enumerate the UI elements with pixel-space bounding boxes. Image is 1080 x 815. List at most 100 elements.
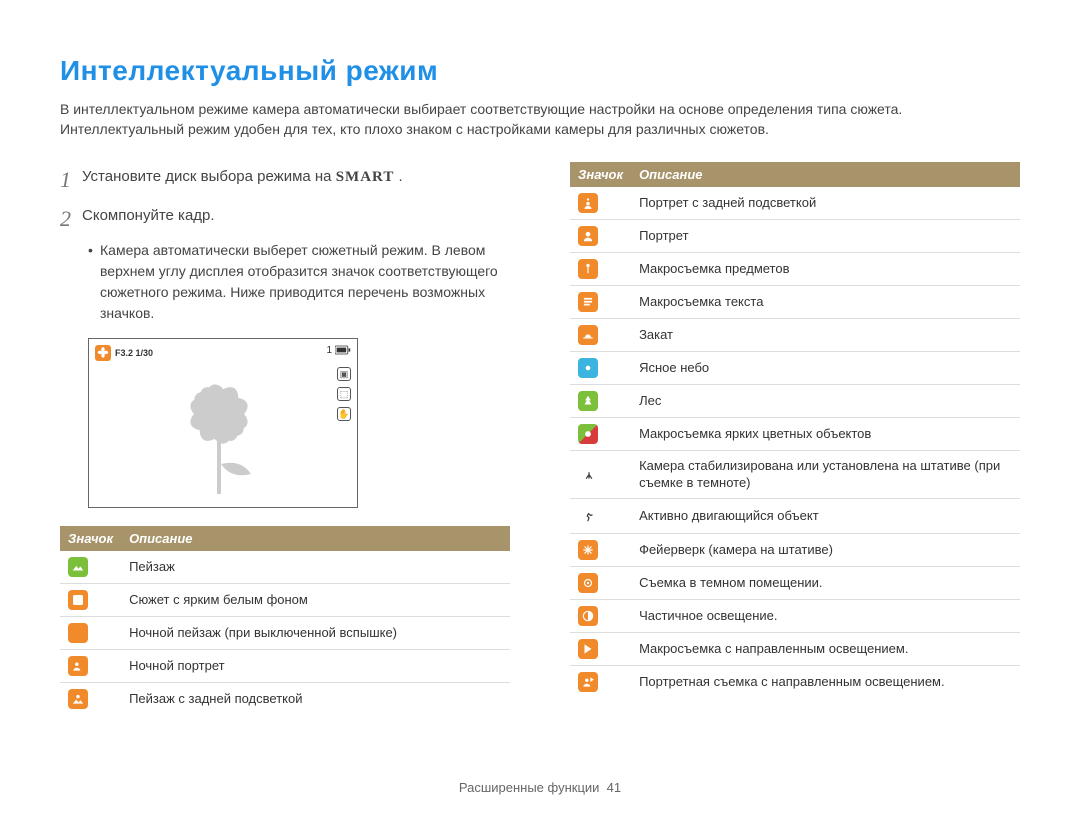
footer-text: Расширенные функции <box>459 780 600 795</box>
table-row: Закат <box>570 318 1020 351</box>
table-row: Портретная съемка с направленным освещен… <box>570 665 1020 698</box>
desc-cell: Съемка в темном помещении. <box>631 566 1020 599</box>
table-row: Лес <box>570 384 1020 417</box>
icon-cell <box>60 583 121 616</box>
desc-cell: Макросъемка с направленным освещением. <box>631 632 1020 665</box>
desc-cell: Макросъемка текста <box>631 285 1020 318</box>
table-row: Камера стабилизирована или установлена н… <box>570 450 1020 498</box>
desc-cell: Пейзаж с задней подсветкой <box>121 682 510 715</box>
table-row: Портрет с задней подсветкой <box>570 187 1020 220</box>
icon-cell <box>60 682 121 715</box>
step-2: 2 Скомпонуйте кадр. <box>60 201 510 236</box>
step-number: 1 <box>60 162 82 197</box>
step-1-post: . <box>394 168 402 185</box>
macro-icon <box>95 345 111 361</box>
clear-sky-icon <box>578 358 598 378</box>
desc-cell: Пейзаж <box>121 551 510 584</box>
table-row: Ночной портрет <box>60 649 510 682</box>
desc-cell: Ночной пейзаж (при выключенной вспышке) <box>121 616 510 649</box>
desc-cell: Закат <box>631 318 1020 351</box>
icon-table-right: Значок Описание Портрет с задней подсвет… <box>570 162 1020 698</box>
desc-cell: Фейерверк (камера на штативе) <box>631 533 1020 566</box>
th-icon: Значок <box>60 526 121 551</box>
th-desc: Описание <box>631 162 1020 187</box>
desc-cell: Макросъемка предметов <box>631 252 1020 285</box>
icon-table-left: Значок Описание ПейзажСюжет с ярким белы… <box>60 526 510 715</box>
left-table-body: ПейзажСюжет с ярким белым фономНочной пе… <box>60 551 510 715</box>
landscape-icon <box>68 557 88 577</box>
camera-display: F3.2 1/30 1 ▣ ⬚ ✋ <box>88 338 358 508</box>
icon-cell <box>570 450 631 498</box>
table-row: Макросъемка текста <box>570 285 1020 318</box>
backlight-port-icon <box>578 193 598 213</box>
fireworks-icon <box>578 540 598 560</box>
flower-icon <box>96 346 110 360</box>
display-count: 1 <box>326 345 332 356</box>
icon-cell <box>570 384 631 417</box>
display-exposure: F3.2 1/30 <box>115 348 153 358</box>
page-footer: Расширенные функции 41 <box>0 780 1080 795</box>
icon-cell <box>570 599 631 632</box>
desc-cell: Портретная съемка с направленным освещен… <box>631 665 1020 698</box>
table-row: Съемка в темном помещении. <box>570 566 1020 599</box>
display-top-right: 1 <box>326 345 351 356</box>
icon-cell <box>570 533 631 566</box>
table-row: Ясное небо <box>570 351 1020 384</box>
page-title: Интеллектуальный режим <box>60 55 1020 87</box>
dark-room-icon <box>578 573 598 593</box>
step-number: 2 <box>60 201 82 236</box>
action-icon <box>578 505 600 527</box>
portrait-spot-icon <box>578 672 598 692</box>
night-portrait-icon <box>68 656 88 676</box>
icon-cell <box>570 498 631 533</box>
table-row: Макросъемка ярких цветных объектов <box>570 417 1020 450</box>
table-row: Макросъемка с направленным освещением. <box>570 632 1020 665</box>
left-column: 1 Установите диск выбора режима на SMART… <box>60 162 510 715</box>
table-row: Активно двигающийся объект <box>570 498 1020 533</box>
step-2-text: Скомпонуйте кадр. <box>82 201 510 236</box>
step-1: 1 Установите диск выбора режима на SMART… <box>60 162 510 197</box>
portrait-icon <box>578 226 598 246</box>
content-columns: 1 Установите диск выбора режима на SMART… <box>60 162 1020 715</box>
right-table-body: Портрет с задней подсветкойПортретМакрос… <box>570 187 1020 698</box>
icon-cell <box>570 417 631 450</box>
icon-cell <box>60 649 121 682</box>
display-top-left: F3.2 1/30 <box>95 345 153 361</box>
table-row: Макросъемка предметов <box>570 252 1020 285</box>
table-row: Ночной пейзаж (при выключенной вспышке) <box>60 616 510 649</box>
display-side-icons: ▣ ⬚ ✋ <box>337 367 351 421</box>
step-1-pre: Установите диск выбора режима на <box>82 168 336 185</box>
manual-page: Интеллектуальный режим В интеллектуально… <box>0 0 1080 815</box>
table-row: Портрет <box>570 219 1020 252</box>
sunset-icon <box>578 325 598 345</box>
smart-label: SMART <box>336 169 395 185</box>
stabilization-icon: ✋ <box>337 407 351 421</box>
desc-cell: Макросъемка ярких цветных объектов <box>631 417 1020 450</box>
desc-cell: Портрет <box>631 219 1020 252</box>
icon-cell <box>570 318 631 351</box>
desc-cell: Активно двигающийся объект <box>631 498 1020 533</box>
step-1-text: Установите диск выбора режима на SMART . <box>82 162 510 197</box>
battery-icon <box>335 345 351 355</box>
desc-cell: Портрет с задней подсветкой <box>631 187 1020 220</box>
forest-icon <box>578 391 598 411</box>
partial-light-icon <box>578 606 598 626</box>
backlight-land-icon <box>68 689 88 709</box>
desc-cell: Сюжет с ярким белым фоном <box>121 583 510 616</box>
icon-cell <box>570 632 631 665</box>
step-2-sub: Камера автоматически выберет сюжетный ре… <box>60 240 510 324</box>
icon-cell <box>570 219 631 252</box>
desc-cell: Частичное освещение. <box>631 599 1020 632</box>
right-column: Значок Описание Портрет с задней подсвет… <box>570 162 1020 715</box>
macro-icon <box>578 259 598 279</box>
resolution-icon: ⬚ <box>337 387 351 401</box>
icon-cell <box>570 566 631 599</box>
icon-cell <box>60 551 121 584</box>
desc-cell: Ясное небо <box>631 351 1020 384</box>
table-row: Фейерверк (камера на штативе) <box>570 533 1020 566</box>
icon-cell <box>60 616 121 649</box>
icon-cell <box>570 187 631 220</box>
th-icon: Значок <box>570 162 631 187</box>
white-bg-icon <box>68 590 88 610</box>
macro-text-icon <box>578 292 598 312</box>
